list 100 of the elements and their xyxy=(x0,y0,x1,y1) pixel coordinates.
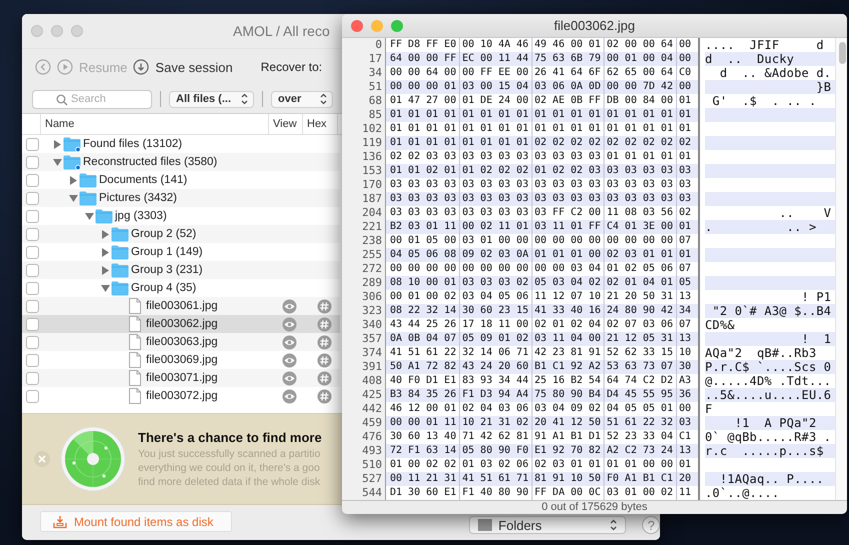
scrollbar-thumb[interactable] xyxy=(839,42,846,64)
hex-bytes: 08 10 00 01 03 03 03 02 05 03 04 02 02 01 04 01 05 xyxy=(390,277,692,288)
tree-row[interactable]: Group 2 (52) xyxy=(22,225,340,243)
checkbox[interactable] xyxy=(26,300,39,312)
checkbox[interactable] xyxy=(26,354,39,366)
offset-number: 34 xyxy=(368,66,382,79)
chevron-icon xyxy=(608,518,620,532)
offset-number: 0 xyxy=(375,38,382,51)
tree-row[interactable]: file003063.jpg xyxy=(22,333,340,351)
view-dropdown[interactable]: Folders xyxy=(469,516,626,534)
checkbox[interactable] xyxy=(26,210,39,222)
checkbox[interactable] xyxy=(26,318,39,330)
column-header[interactable]: Name xyxy=(40,114,268,134)
ascii-text: .... JFIF d xyxy=(705,38,824,52)
checkbox[interactable] xyxy=(26,336,39,348)
hex-bytes: 50 A1 72 82 43 24 20 60 B1 C1 92 A2 53 63 73 07 30 xyxy=(390,361,692,372)
tree-item-label: jpg (3303) xyxy=(115,210,167,222)
checkbox[interactable] xyxy=(26,264,39,276)
hash-icon[interactable] xyxy=(316,352,332,368)
eye-icon[interactable] xyxy=(282,316,296,332)
hash-icon[interactable] xyxy=(316,316,332,332)
hash-icon[interactable] xyxy=(316,370,332,386)
column-header[interactable]: Hex xyxy=(302,114,338,134)
eye-icon[interactable] xyxy=(282,388,296,404)
filter-dropdown[interactable]: over xyxy=(271,90,333,108)
banner-title: There's a chance to find more xyxy=(138,430,322,444)
save-session-button[interactable]: Save session xyxy=(133,59,233,75)
disclosure-triangle[interactable] xyxy=(53,140,62,148)
hash-icon[interactable] xyxy=(316,388,332,404)
folder-icon xyxy=(111,244,129,260)
hex-bytes: 0A 0B 04 07 05 09 01 02 03 11 04 00 21 12 05 31 13 xyxy=(390,333,692,344)
offset-number: 425 xyxy=(362,388,382,401)
checkbox[interactable] xyxy=(26,390,39,402)
selected-row[interactable]: file003062.jpg xyxy=(22,315,340,333)
hex-bytes: 01 01 01 01 01 01 01 01 01 01 01 01 01 01 01 01 01 xyxy=(390,123,692,134)
eye-icon[interactable] xyxy=(282,334,296,350)
tree-item-label: file003071.jpg xyxy=(146,372,218,384)
window-minimize-button[interactable] xyxy=(51,25,63,37)
hex-bytes: 41 51 61 22 32 14 06 71 42 23 81 91 52 62 33 15 10 xyxy=(390,347,692,358)
window-close-button[interactable] xyxy=(31,25,43,37)
disclosure-triangle[interactable] xyxy=(101,284,110,292)
hex-bytes: 00 01 00 02 03 04 05 06 11 12 07 10 21 20 50 31 13 xyxy=(390,291,692,302)
window-zoom-button[interactable] xyxy=(391,20,403,32)
file-type-dropdown[interactable]: All files (... xyxy=(169,90,254,108)
checkbox[interactable] xyxy=(26,282,39,294)
checkbox[interactable] xyxy=(26,174,39,186)
tree-item-label: file003061.jpg xyxy=(146,300,218,312)
checkbox[interactable] xyxy=(26,246,39,258)
hash-icon[interactable] xyxy=(316,298,332,314)
checkbox[interactable] xyxy=(26,228,39,240)
hash-icon[interactable] xyxy=(316,334,332,350)
hex-bytes: 43 44 25 26 17 18 11 00 02 01 02 04 02 07 03 06 07 xyxy=(390,319,692,330)
tree-row[interactable]: file003071.jpg xyxy=(22,369,340,387)
disclosure-triangle[interactable] xyxy=(69,194,78,202)
eye-icon[interactable] xyxy=(282,352,296,368)
offset-number: 323 xyxy=(362,304,382,317)
offset-number: 476 xyxy=(362,430,382,443)
tree-row[interactable]: file003061.jpg xyxy=(22,297,340,315)
ascii-text: 0` @qBb.....R#3 . xyxy=(705,430,832,444)
tree-row[interactable]: Group 3 (231) xyxy=(22,261,340,279)
disclosure-triangle[interactable] xyxy=(101,230,110,238)
hex-bytes: 00 11 21 31 41 51 61 71 81 91 10 50 F0 A1 B1 C1 20 xyxy=(390,473,692,484)
scrollbar[interactable] xyxy=(835,38,847,500)
close-button[interactable] xyxy=(34,451,50,467)
ascii-text: . .. > xyxy=(705,220,816,234)
ascii-text: AQa"2 qB#..Rb3 xyxy=(705,346,816,360)
hex-bytes: 46 12 00 01 02 04 03 06 03 04 09 02 04 05 05 01 00 xyxy=(390,403,692,414)
disclosure-triangle[interactable] xyxy=(101,248,110,256)
column-header[interactable]: View xyxy=(268,114,302,134)
checkbox[interactable] xyxy=(26,372,39,384)
window-close-button[interactable] xyxy=(351,20,363,32)
folder-icon xyxy=(111,280,129,296)
checkbox[interactable] xyxy=(26,192,39,204)
checkbox[interactable] xyxy=(26,138,39,150)
offset-number: 357 xyxy=(362,332,382,345)
window-title: AMOL / All reco xyxy=(233,23,330,39)
hex-bytes: 03 03 03 03 03 03 03 03 03 03 03 03 03 03 03 03 03 xyxy=(390,193,692,204)
window-title: file003062.jpg xyxy=(554,18,635,33)
tree-row[interactable]: Reconstructed files (3580) xyxy=(22,153,340,171)
eye-icon[interactable] xyxy=(282,298,296,314)
tree-item-label: Group 1 (149) xyxy=(131,246,203,258)
offset-number: 374 xyxy=(362,346,382,359)
disclosure-triangle[interactable] xyxy=(69,176,78,184)
file-icon xyxy=(129,352,141,368)
checkbox[interactable] xyxy=(26,156,39,168)
hex-bytes: 00 00 00 00 00 00 00 00 00 00 03 04 01 02 05 06 07 xyxy=(390,263,692,274)
hex-bytes: 00 00 01 11 10 21 31 02 20 41 12 50 51 61 22 32 03 xyxy=(390,417,692,428)
disclosure-triangle[interactable] xyxy=(101,266,110,274)
disclosure-triangle[interactable] xyxy=(53,158,62,166)
window-zoom-button[interactable] xyxy=(71,25,83,37)
ascii-text: d .. &Adobe d. xyxy=(718,66,832,80)
offset-number: 68 xyxy=(368,94,382,107)
ascii-text: P.r.C$ `....Scs 0 xyxy=(705,360,832,374)
search-field[interactable]: Search xyxy=(32,90,152,108)
disclosure-triangle[interactable] xyxy=(85,212,94,220)
file-icon xyxy=(129,334,141,350)
eye-icon[interactable] xyxy=(282,370,296,386)
window-minimize-button[interactable] xyxy=(371,20,383,32)
tree-row[interactable]: Pictures (3432) xyxy=(22,189,340,207)
tree-item-label: Group 2 (52) xyxy=(131,228,196,240)
